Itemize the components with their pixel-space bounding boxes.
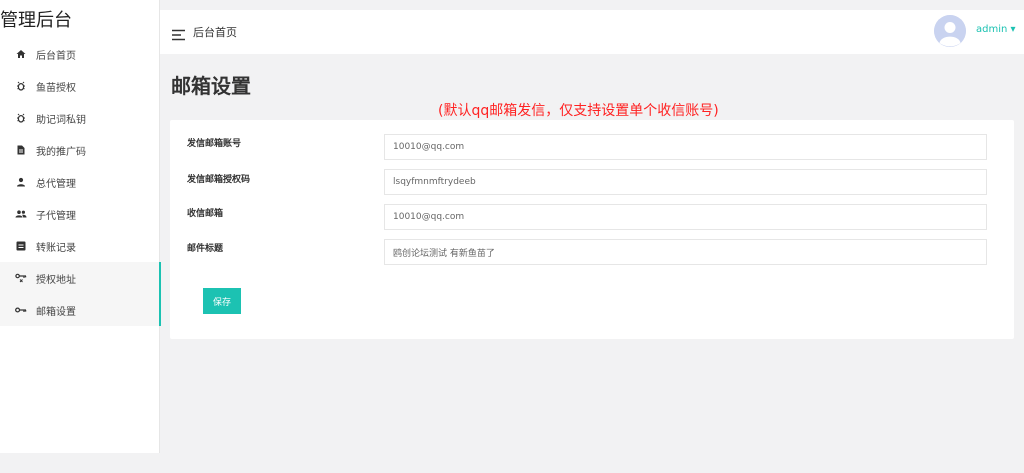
chevron-down-icon: ▾	[1010, 24, 1016, 35]
sidebar-item-mnemonic-keys[interactable]: 助记词私钥	[0, 102, 160, 134]
receiver-email-input[interactable]	[384, 204, 987, 230]
file-icon	[14, 143, 28, 157]
brand-title: 管理后台	[0, 10, 72, 31]
sidebar-item-auth-address[interactable]: 授权地址	[0, 262, 161, 294]
list-icon	[14, 239, 28, 253]
sidebar: 管理后台 后台首页 鱼苗授权 助记词私钥 我的推广码 总代管理 子代管理 转账记…	[0, 0, 161, 453]
sidebar-item-label: 助记词私钥	[36, 114, 86, 126]
sidebar-item-transfers[interactable]: 转账记录	[0, 230, 160, 262]
sidebar-item-dashboard[interactable]: 后台首页	[0, 38, 160, 70]
key-icon	[14, 303, 28, 317]
key-icon	[14, 271, 28, 285]
bug-icon	[14, 111, 28, 125]
save-button[interactable]: 保存	[203, 288, 241, 314]
breadcrumb[interactable]: 后台首页	[193, 24, 237, 40]
home-icon	[14, 47, 28, 61]
sidebar-item-label: 后台首页	[36, 50, 76, 62]
sidebar-item-label: 鱼苗授权	[36, 82, 76, 94]
sidebar-item-sub-agents[interactable]: 子代管理	[0, 198, 160, 230]
user-menu[interactable]: admin ▾	[976, 24, 1016, 35]
email-subject-label: 邮件标题	[187, 244, 224, 254]
sender-email-label: 发信邮箱账号	[187, 139, 242, 149]
sender-auth-code-label: 发信邮箱授权码	[187, 175, 251, 185]
sidebar-item-fry-authorization[interactable]: 鱼苗授权	[0, 70, 160, 102]
sidebar-item-label: 授权地址	[36, 274, 76, 286]
top-header: 后台首页 admin ▾	[160, 10, 1024, 54]
email-settings-form: 发信邮箱账号 发信邮箱授权码 收信邮箱 邮件标题 保存	[170, 120, 1014, 339]
email-subject-input[interactable]	[384, 239, 987, 265]
avatar[interactable]	[934, 15, 966, 47]
sidebar-item-label: 我的推广码	[36, 146, 86, 158]
sidebar-nav: 后台首页 鱼苗授权 助记词私钥 我的推广码 总代管理 子代管理 转账记录 授权地…	[0, 38, 161, 326]
sender-email-input[interactable]	[384, 134, 987, 160]
user-icon	[14, 175, 28, 189]
sidebar-item-agents[interactable]: 总代管理	[0, 166, 160, 198]
user-name: admin	[976, 24, 1008, 35]
sidebar-item-label: 总代管理	[36, 178, 76, 190]
receiver-email-label: 收信邮箱	[187, 209, 224, 219]
users-icon	[14, 207, 28, 221]
notice-text: (默认qq邮箱发信，仅支持设置单个收信账号)	[438, 103, 719, 119]
sidebar-item-label: 转账记录	[36, 242, 76, 254]
bug-icon	[14, 79, 28, 93]
sidebar-item-label: 邮箱设置	[36, 306, 76, 318]
sidebar-item-promo-code[interactable]: 我的推广码	[0, 134, 160, 166]
sidebar-item-email-settings[interactable]: 邮箱设置	[0, 294, 161, 326]
sidebar-item-label: 子代管理	[36, 210, 76, 222]
page-title: 邮箱设置	[171, 74, 251, 98]
menu-toggle-icon[interactable]	[172, 26, 186, 41]
sender-auth-code-input[interactable]	[384, 169, 987, 195]
